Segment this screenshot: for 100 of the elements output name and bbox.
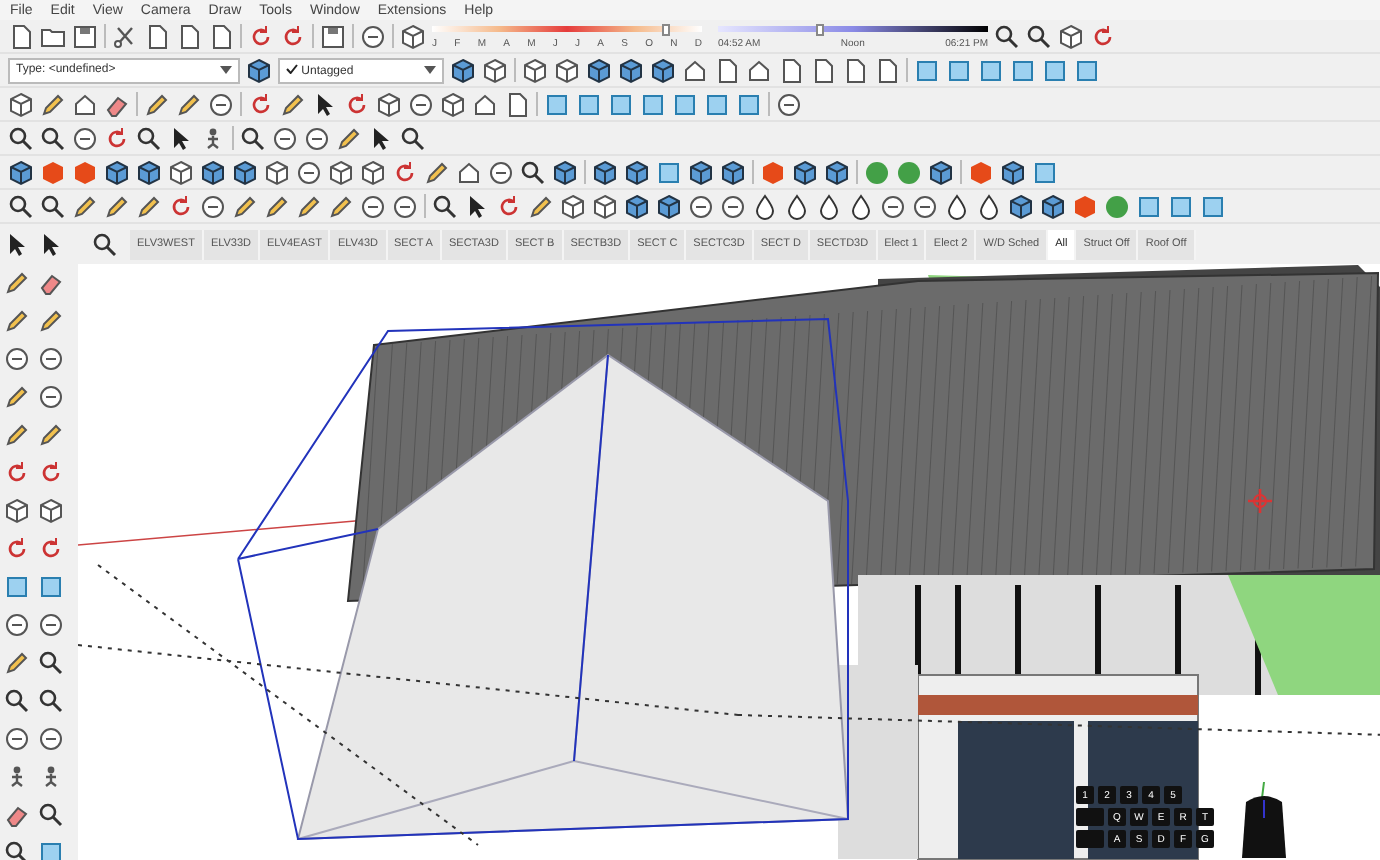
arrow-cursor-icon[interactable] [168, 125, 194, 151]
house-icon[interactable] [472, 91, 498, 117]
pencil-icon[interactable] [136, 193, 162, 219]
square-icon[interactable] [608, 91, 634, 117]
scissors-icon[interactable] [112, 23, 138, 49]
square-icon[interactable] [946, 57, 972, 83]
circular-arrow-icon[interactable] [38, 536, 64, 562]
square-icon[interactable] [1042, 57, 1068, 83]
search-icon[interactable] [432, 193, 458, 219]
document-icon[interactable] [810, 57, 836, 83]
square-icon[interactable] [1032, 159, 1058, 185]
arrow-cursor-icon[interactable] [4, 232, 30, 258]
circle-icon[interactable] [4, 346, 30, 372]
circle-icon[interactable] [360, 23, 386, 49]
circle-icon[interactable] [304, 125, 330, 151]
square-icon[interactable] [978, 57, 1004, 83]
search-icon[interactable] [8, 125, 34, 151]
pencil-icon[interactable] [336, 125, 362, 151]
document-icon[interactable] [778, 57, 804, 83]
pencil-icon[interactable] [4, 270, 30, 296]
pencil-icon[interactable] [4, 308, 30, 334]
drop-icon[interactable] [848, 193, 874, 219]
arrow-cursor-icon[interactable] [368, 125, 394, 151]
pencil-icon[interactable] [176, 91, 202, 117]
drop-icon[interactable] [944, 193, 970, 219]
document-icon[interactable] [504, 91, 530, 117]
search-icon[interactable] [136, 125, 162, 151]
date-slider[interactable] [432, 25, 702, 31]
circular-arrow-icon[interactable] [38, 460, 64, 486]
circular-arrow-icon[interactable] [280, 23, 306, 49]
circular-arrow-icon[interactable] [1090, 23, 1116, 49]
circle-icon[interactable] [296, 159, 322, 185]
circular-arrow-icon[interactable] [4, 536, 30, 562]
drop-icon[interactable] [784, 193, 810, 219]
circle-icon[interactable] [38, 384, 64, 410]
square-icon[interactable] [1074, 57, 1100, 83]
circle-icon[interactable] [880, 193, 906, 219]
circular-arrow-icon[interactable] [248, 91, 274, 117]
search-icon[interactable] [4, 840, 30, 860]
time-slider[interactable] [718, 25, 988, 31]
circle-icon[interactable] [360, 193, 386, 219]
circle-icon[interactable] [688, 193, 714, 219]
circle-icon[interactable] [776, 91, 802, 117]
search-icon[interactable] [40, 193, 66, 219]
circle-icon[interactable] [72, 125, 98, 151]
pencil-icon[interactable] [72, 193, 98, 219]
drop-icon[interactable] [752, 193, 778, 219]
circle-icon[interactable] [4, 726, 30, 752]
pencil-icon[interactable] [528, 193, 554, 219]
pencil-icon[interactable] [296, 193, 322, 219]
eraser-icon[interactable] [38, 270, 64, 296]
pencil-icon[interactable] [4, 384, 30, 410]
square-icon[interactable] [38, 574, 64, 600]
square-icon[interactable] [1200, 193, 1226, 219]
circular-arrow-icon[interactable] [392, 159, 418, 185]
search-icon[interactable] [520, 159, 546, 185]
pencil-icon[interactable] [38, 308, 64, 334]
square-icon[interactable] [672, 91, 698, 117]
pencil-icon[interactable] [4, 650, 30, 676]
circle-icon[interactable] [38, 346, 64, 372]
circle-icon[interactable] [208, 91, 234, 117]
circle-icon[interactable] [200, 193, 226, 219]
pencil-icon[interactable] [144, 91, 170, 117]
pencil-icon[interactable] [104, 193, 130, 219]
circle-icon[interactable] [408, 91, 434, 117]
search-icon[interactable] [91, 231, 117, 257]
document-icon[interactable] [842, 57, 868, 83]
pencil-icon[interactable] [40, 91, 66, 117]
house-icon[interactable] [72, 91, 98, 117]
square-icon[interactable] [4, 574, 30, 600]
circular-arrow-icon[interactable] [496, 193, 522, 219]
house-icon[interactable] [456, 159, 482, 185]
square-icon[interactable] [1010, 57, 1036, 83]
square-icon[interactable] [544, 91, 570, 117]
arrow-cursor-icon[interactable] [464, 193, 490, 219]
circular-arrow-icon[interactable] [248, 23, 274, 49]
pencil-icon[interactable] [38, 422, 64, 448]
pencil-icon[interactable] [264, 193, 290, 219]
circular-arrow-icon[interactable] [344, 91, 370, 117]
circular-arrow-icon[interactable] [168, 193, 194, 219]
eraser-icon[interactable] [104, 91, 130, 117]
square-icon[interactable] [704, 91, 730, 117]
circle-icon[interactable] [272, 125, 298, 151]
circle-icon[interactable] [488, 159, 514, 185]
square-icon[interactable] [1136, 193, 1162, 219]
square-icon[interactable] [640, 91, 666, 117]
pencil-icon[interactable] [4, 422, 30, 448]
drop-icon[interactable] [976, 193, 1002, 219]
search-icon[interactable] [400, 125, 426, 151]
square-icon[interactable] [914, 57, 940, 83]
search-icon[interactable] [994, 23, 1020, 49]
circle-icon[interactable] [38, 612, 64, 638]
square-icon[interactable] [656, 159, 682, 185]
square-icon[interactable] [576, 91, 602, 117]
arrow-cursor-icon[interactable] [312, 91, 338, 117]
document-icon[interactable] [874, 57, 900, 83]
search-icon[interactable] [38, 802, 64, 828]
document-icon[interactable] [714, 57, 740, 83]
square-icon[interactable] [736, 91, 762, 117]
drop-icon[interactable] [816, 193, 842, 219]
